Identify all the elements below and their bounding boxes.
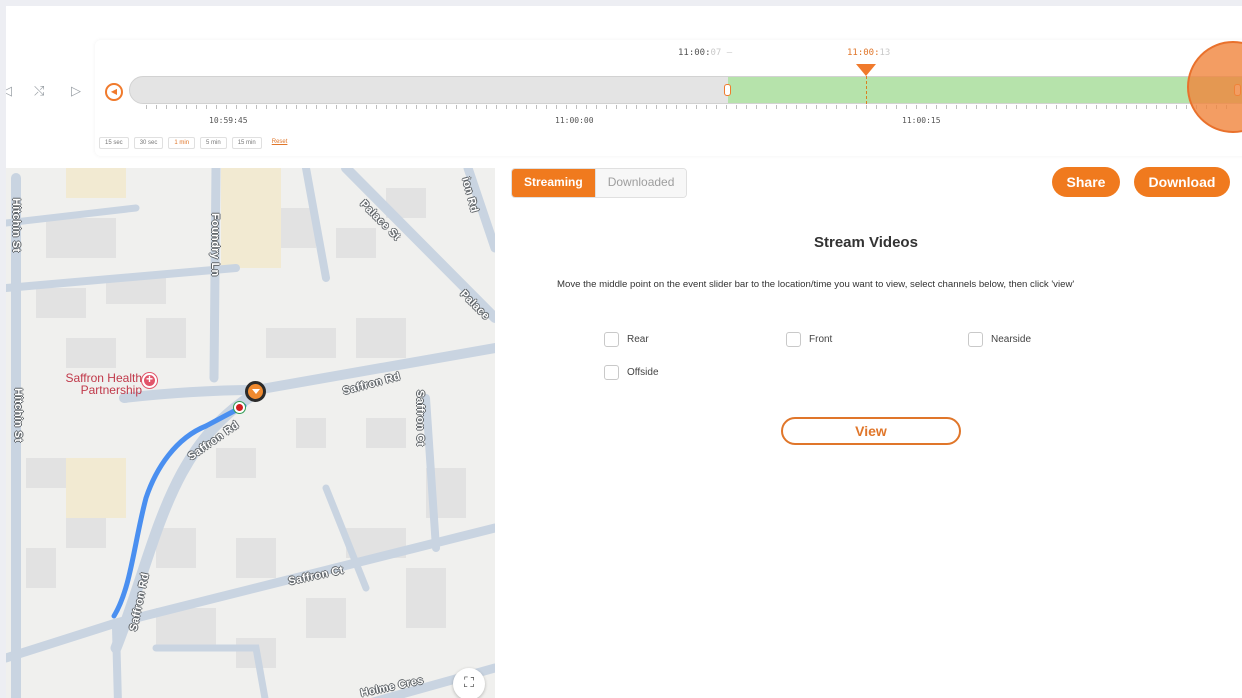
channel-label: Front [809,334,833,345]
play-icon[interactable]: ▷ [71,84,81,100]
health-poi-icon[interactable] [142,372,157,388]
zoom-options: 15 sec 30 sec 1 min 5 min 15 min Reset [99,137,293,149]
channel-label: Offside [627,367,659,378]
checkbox-box[interactable] [604,332,619,347]
view-button[interactable]: View [781,417,961,445]
zoom-15-sec[interactable]: 15 sec [99,137,129,149]
reset-zoom-link[interactable]: Reset [266,137,293,149]
street-label: Foundry Ln [209,213,221,277]
channel-label: Nearside [991,334,1032,345]
street-label: Hitchin St [10,198,22,253]
poi-label[interactable]: Saffron Health Partnership [52,372,143,396]
time-cursor-handle[interactable] [856,64,876,76]
shuffle-icon[interactable]: ⤭ [34,84,44,100]
timeline-ticks [146,105,1236,109]
channel-offside-checkbox[interactable]: Offside [604,365,659,380]
tab-downloaded[interactable]: Downloaded [594,169,687,197]
recenter-icon[interactable]: ⛶ [453,668,485,698]
route-map[interactable]: Hitchin St Foundry Ln Palace St Saffron … [6,168,495,698]
channel-label: Rear [627,334,649,345]
range-start-label: 11:00:07 — [678,48,733,58]
checkbox-box[interactable] [604,365,619,380]
rewind-icon[interactable]: ◀ [105,83,123,101]
app-frame: ◁ ⤭ ▷ ◀ 11:00:07 — 11:00:13 10:59:45 11:… [6,6,1242,698]
channel-front-checkbox[interactable]: Front [786,332,832,347]
channel-nearside-checkbox[interactable]: Nearside [968,332,1031,347]
checkbox-box[interactable] [786,332,801,347]
channel-rear-checkbox[interactable]: Rear [604,332,649,347]
share-button[interactable]: Share [1052,167,1120,197]
tab-streaming[interactable]: Streaming [512,169,595,197]
time-cursor-line [866,76,867,104]
zoom-30-sec[interactable]: 30 sec [133,137,164,149]
street-label: Hitchin St [12,388,24,443]
vehicle-location-icon[interactable] [245,381,266,402]
checkbox-box[interactable] [968,332,983,347]
cursor-time-label: 11:00:13 [847,48,891,58]
instructions-text: Move the middle point on the event slide… [557,279,1075,290]
start-point-icon [234,402,245,413]
download-button[interactable]: Download [1134,167,1230,197]
tick-label: 11:00:00 [555,116,594,125]
zoom-5-min[interactable]: 5 min [200,137,227,149]
event-range-fill [728,77,1242,103]
previous-icon[interactable]: ◁ [6,84,12,100]
range-start-handle[interactable] [724,84,731,96]
zoom-1-min[interactable]: 1 min [168,137,196,149]
page-title: Stream Videos [814,234,918,251]
zoom-15-min[interactable]: 15 min [231,137,262,149]
street-label: Saffron Ct [414,390,426,447]
tick-label: 11:00:15 [902,116,941,125]
tick-label: 10:59:45 [209,116,248,125]
view-tabs: Streaming Downloaded [511,168,688,198]
timeline-track[interactable] [129,76,1242,104]
